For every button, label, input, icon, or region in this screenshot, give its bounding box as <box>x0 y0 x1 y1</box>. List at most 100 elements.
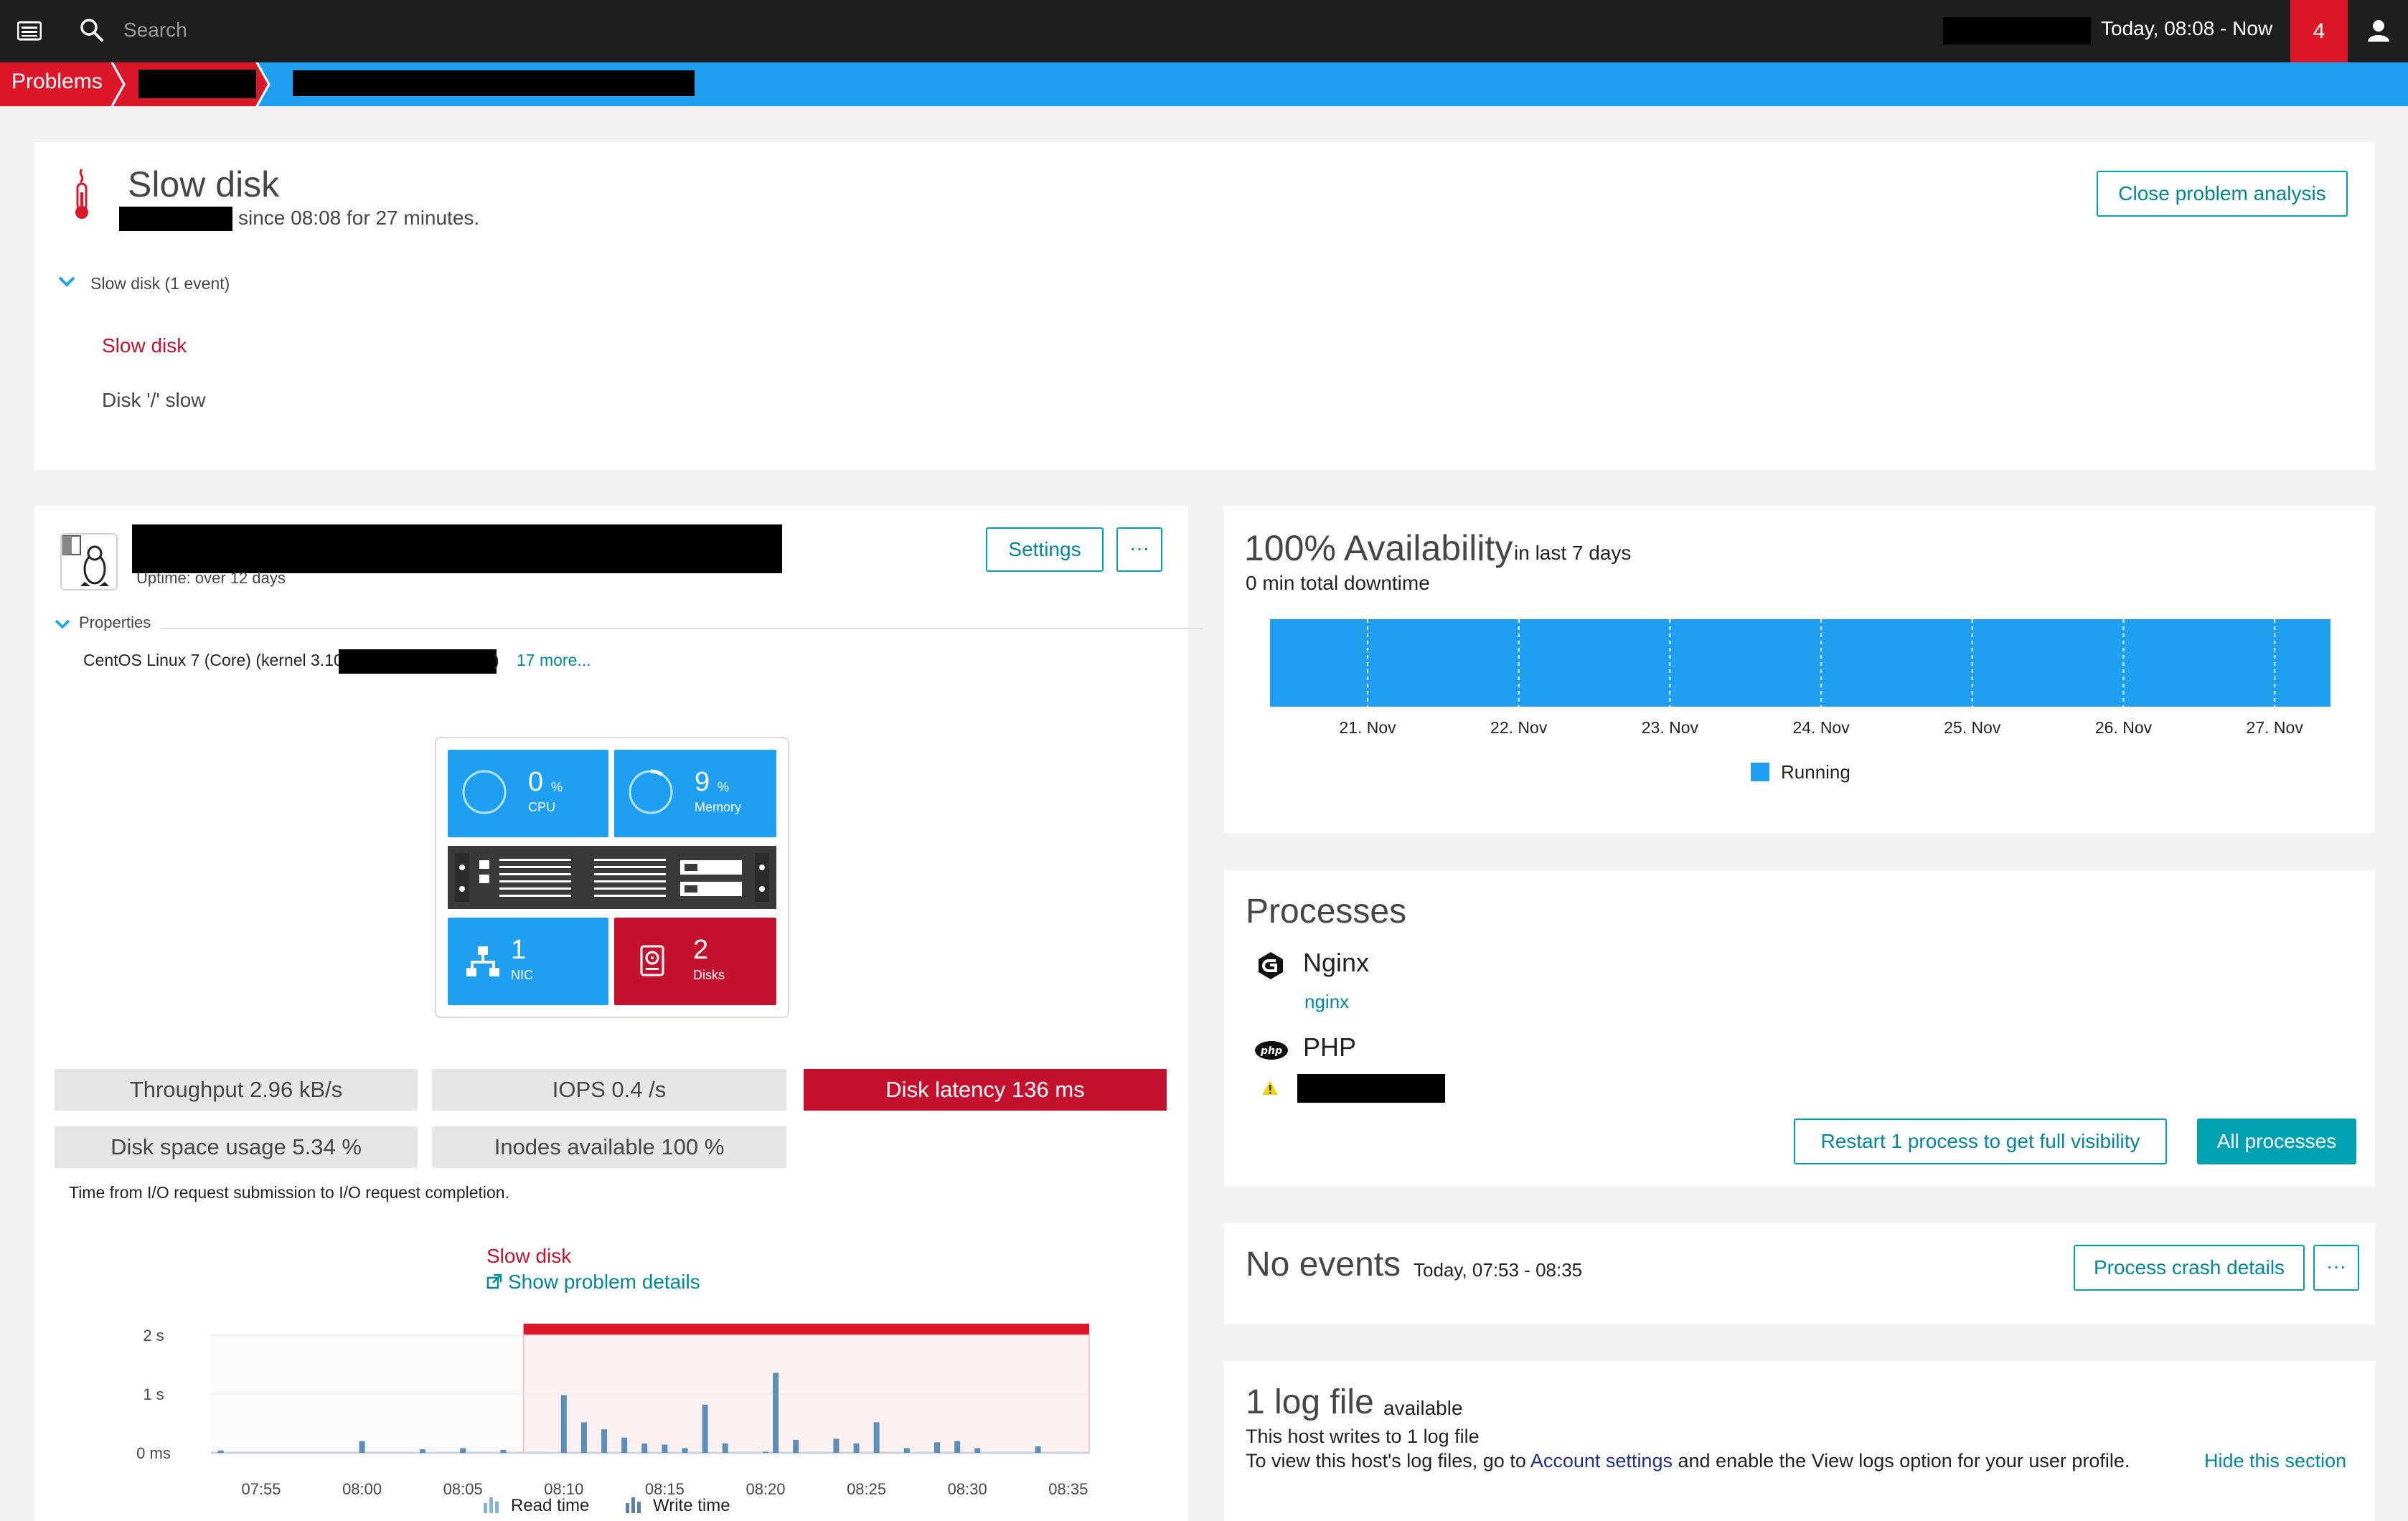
nic-tile[interactable]: 1 NIC <box>448 918 608 1005</box>
disk-space-metric[interactable]: Disk space usage 5.34 % <box>55 1126 418 1168</box>
redacted-entity[interactable] <box>119 207 232 231</box>
hide-section-link[interactable]: Hide this section <box>2204 1450 2346 1472</box>
cpu-tile[interactable]: 0 % CPU <box>448 750 608 837</box>
breadcrumb: Problems <box>0 62 2408 106</box>
server-icon <box>448 846 776 909</box>
menu-icon[interactable] <box>17 20 42 42</box>
disk-icon <box>640 945 664 976</box>
more-properties-link[interactable]: 17 more... <box>517 651 591 670</box>
chart-problem-bar[interactable] <box>523 1324 1089 1335</box>
chart-bar[interactable] <box>621 1437 628 1453</box>
chart-bar[interactable] <box>419 1449 425 1453</box>
breadcrumb-redacted-1[interactable] <box>138 70 256 98</box>
redacted-kernel <box>339 649 497 674</box>
chart-bar[interactable] <box>873 1422 880 1453</box>
settings-button[interactable]: Settings <box>986 527 1104 572</box>
nginx-icon <box>1259 952 1283 979</box>
nginx-process-link[interactable]: nginx <box>1304 991 1349 1013</box>
chart-bar[interactable] <box>682 1448 688 1453</box>
chart-bar[interactable] <box>773 1372 779 1453</box>
disk-latency-metric[interactable]: Disk latency 136 ms <box>804 1069 1167 1111</box>
throughput-metric[interactable]: Throughput 2.96 kB/s <box>55 1069 418 1111</box>
memory-gauge-icon <box>628 769 674 815</box>
chart-bar[interactable] <box>833 1438 839 1453</box>
timeframe-selector[interactable]: Today, 08:08 - Now <box>2101 17 2272 40</box>
show-problem-details-link[interactable]: Show problem details <box>508 1271 700 1294</box>
disks-tile[interactable]: 2 Disks <box>614 918 776 1005</box>
chart-bar[interactable] <box>934 1442 941 1453</box>
iops-metric[interactable]: IOPS 0.4 /s <box>432 1069 786 1111</box>
availability-date-label: 23. Nov <box>1641 718 1699 737</box>
user-icon[interactable] <box>2365 17 2392 44</box>
chart-bar[interactable] <box>763 1451 768 1453</box>
search-icon[interactable] <box>79 17 105 43</box>
chevron-down-icon[interactable] <box>55 619 70 631</box>
chart-bar[interactable] <box>217 1450 224 1453</box>
os-version: CentOS Linux 7 (Core) (kernel 3.10 <box>83 651 343 669</box>
breadcrumb-problems[interactable]: Problems <box>11 70 103 94</box>
availability-card: 100% Availability in last 7 days 0 min t… <box>1224 506 2375 833</box>
chart-bar[interactable] <box>793 1439 799 1453</box>
chart-bar[interactable] <box>460 1448 466 1453</box>
chart-bar[interactable] <box>662 1444 668 1453</box>
more-actions-button[interactable]: ··· <box>1116 527 1162 572</box>
restart-process-button[interactable]: Restart 1 process to get full visibility <box>1794 1119 2167 1164</box>
breadcrumb-redacted-2[interactable] <box>293 70 695 96</box>
memory-unit: % <box>718 780 730 794</box>
running-legend[interactable]: Running <box>1781 761 1850 783</box>
linux-icon <box>62 535 109 586</box>
log-instructions-pre: To view this host's log files, go to <box>1246 1450 1526 1471</box>
problem-card: Slow disk since 08:08 for 27 minutes. Cl… <box>34 142 2375 470</box>
event-group-toggle[interactable]: Slow disk (1 event) <box>90 274 230 293</box>
problem-count-badge[interactable]: 4 <box>2290 0 2348 62</box>
chart-bar[interactable] <box>601 1429 608 1453</box>
availability-date-label: 24. Nov <box>1792 718 1850 737</box>
chevron-down-icon[interactable] <box>57 276 76 288</box>
chart-bar[interactable] <box>580 1422 587 1453</box>
chart-bar[interactable] <box>903 1448 910 1453</box>
log-files-card: 1 log file available This host writes to… <box>1224 1361 2375 1521</box>
top-bar: Search Today, 08:08 - Now 4 <box>0 0 2408 62</box>
host-uptime: Uptime: over 12 days <box>136 569 286 587</box>
chart-bar[interactable] <box>500 1449 507 1453</box>
chart-bar[interactable] <box>560 1395 567 1453</box>
php-process-name[interactable]: PHP <box>1303 1032 1356 1063</box>
close-problem-analysis-button[interactable]: Close problem analysis <box>2097 171 2348 217</box>
chart-bar[interactable] <box>954 1441 961 1453</box>
availability-bar[interactable] <box>1270 619 2331 707</box>
nic-label: NIC <box>511 968 533 982</box>
chart-bar[interactable] <box>641 1443 648 1453</box>
properties-toggle[interactable]: Properties <box>79 613 151 632</box>
running-legend-swatch <box>1751 763 1769 781</box>
chart-bar[interactable] <box>974 1448 981 1453</box>
network-icon <box>466 946 499 976</box>
availability-date-label: 21. Nov <box>1339 718 1396 737</box>
external-link-icon[interactable] <box>486 1273 502 1289</box>
nginx-process-name[interactable]: Nginx <box>1303 948 1369 978</box>
chart-bar[interactable] <box>853 1443 860 1453</box>
write-time-legend[interactable]: Write time <box>653 1496 730 1516</box>
process-crash-details-button[interactable]: Process crash details <box>2074 1245 2305 1291</box>
disk-latency-chart[interactable]: 2 s1 s0 ms 07:55 08:00 08:05 08:10 08:15 08:2… <box>34 1309 1154 1521</box>
chart-bar[interactable] <box>1035 1446 1041 1453</box>
chart-x-tick: 08:05 <box>443 1480 483 1498</box>
all-processes-button[interactable]: All processes <box>2197 1119 2356 1164</box>
inodes-metric[interactable]: Inodes available 100 % <box>432 1126 786 1168</box>
chart-bar[interactable] <box>702 1404 708 1453</box>
write-time-legend-icon[interactable] <box>624 1494 644 1513</box>
redacted-hostname[interactable] <box>132 524 782 573</box>
problem-duration: since 08:08 for 27 minutes. <box>238 207 480 229</box>
memory-tile[interactable]: 9 % Memory <box>614 750 776 837</box>
availability-running-segment[interactable] <box>1270 619 2331 707</box>
redacted-php-process[interactable] <box>1297 1074 1445 1103</box>
read-time-legend-icon[interactable] <box>482 1494 502 1513</box>
account-settings-link[interactable]: Account settings <box>1530 1450 1673 1471</box>
read-time-legend[interactable]: Read time <box>511 1496 589 1516</box>
log-instructions-post: and enable the View logs option for your… <box>1678 1450 2130 1471</box>
events-more-button[interactable]: ··· <box>2313 1245 2359 1291</box>
event-title[interactable]: Slow disk <box>102 334 187 357</box>
chart-bar[interactable] <box>722 1443 728 1453</box>
host-card: Uptime: over 12 days Settings ··· Proper… <box>34 506 1203 1521</box>
search-input[interactable]: Search <box>123 19 187 42</box>
chart-bar[interactable] <box>359 1441 365 1453</box>
